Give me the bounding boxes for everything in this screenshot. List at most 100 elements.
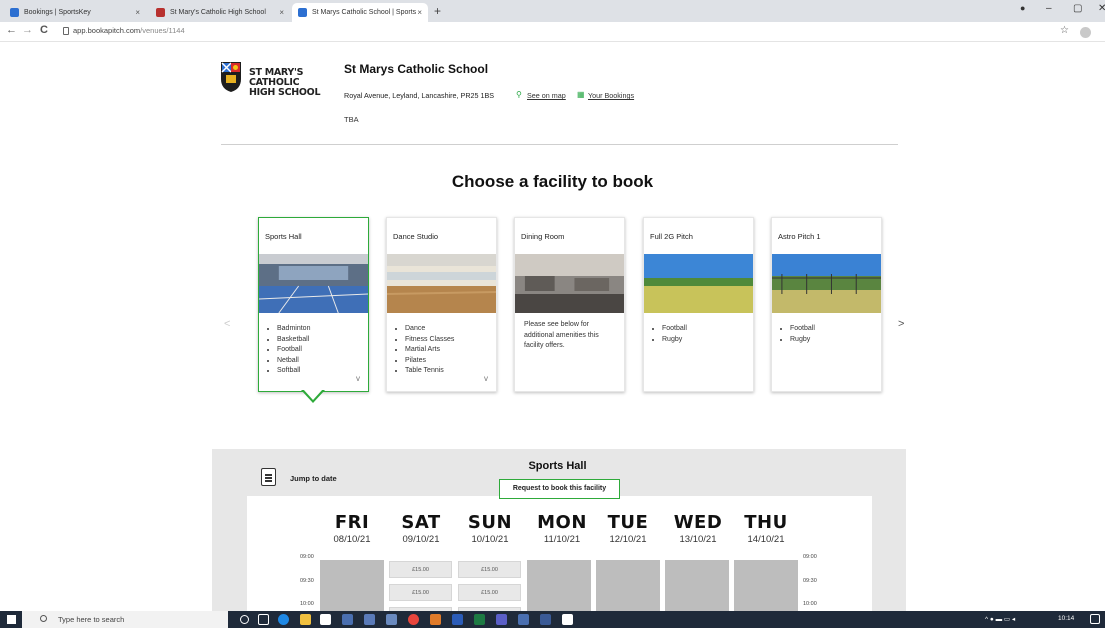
tray-icons[interactable]: ^ ● ▬ ▭ ◂ [985,615,1015,623]
carousel-prev-button[interactable]: < [224,318,230,330]
new-tab-button[interactable]: + [434,3,441,19]
account-avatar-icon[interactable] [1080,27,1091,38]
facility-card-full-2g-pitch[interactable]: Full 2G Pitch Football Rugby [643,217,754,392]
sports-hall-photo [259,254,368,313]
activity-item: Rugby [790,335,815,346]
close-tab-icon[interactable]: × [135,3,140,22]
venue-note: TBA [344,115,359,124]
close-window-icon[interactable]: ✕ [1098,3,1105,14]
day-name: TUE [607,512,649,533]
facility-name: Astro Pitch 1 [778,232,821,241]
facility-card-dining-room[interactable]: Dining Room Please see below for additio… [514,217,625,392]
day-name: MON [537,512,587,533]
facility-card-sports-hall[interactable]: Sports Hall Badminton Basketball Footbal… [258,217,369,392]
activity-item: Martial Arts [405,345,454,356]
bookmark-star-icon[interactable]: ☆ [1060,25,1069,36]
time-label: 10:00 [300,601,314,607]
facility-description: Please see below for additional amenitie… [524,321,599,349]
day-header: SUN 10/10/21 [455,512,525,545]
dining-room-photo [515,254,624,313]
word-icon[interactable] [452,614,463,625]
carousel-next-button[interactable]: > [898,318,904,330]
task-view-icon[interactable] [258,614,269,625]
day-date: 08/10/21 [333,534,371,545]
reload-icon[interactable]: C [40,24,48,36]
forward-icon[interactable]: → [22,24,33,36]
sportskey-favicon-icon [298,8,307,17]
activity-item: Table Tennis [405,366,454,377]
edge-icon[interactable] [278,614,289,625]
price-slot[interactable]: £15.00 [389,561,452,578]
see-on-map-link[interactable]: See on map [527,91,566,100]
venue-address: Royal Avenue, Leyland, Lancashire, PR25 … [344,91,495,100]
time-label: 10:00 [803,601,817,607]
browser-tab-bar: Bookings | SportsKey × St Mary's Catholi… [0,0,1105,22]
url-field[interactable]: app.bookapitch.com/venues/1144 [73,26,185,35]
address-bar: ← → C app.bookapitch.com/venues/1144 ☆ [0,22,1105,42]
selected-card-pointer [301,389,325,403]
activity-item: Fitness Classes [405,335,454,346]
facility-card-astro-pitch-1[interactable]: Astro Pitch 1 Football Rugby [771,217,882,392]
windows-start-icon[interactable] [7,615,16,624]
app-icon[interactable] [518,614,529,625]
expand-chevron-icon[interactable]: v [356,374,360,383]
facility-name: Dining Room [521,232,565,241]
price-slot[interactable]: £15.00 [458,584,521,601]
taskbar-search-box[interactable]: Type here to search [22,611,228,628]
browser-tab[interactable]: St Mary's Catholic High School × [150,3,290,22]
cortana-icon[interactable] [240,615,249,624]
notifications-icon[interactable] [1090,614,1100,624]
store-icon[interactable] [320,614,331,625]
price-slot[interactable]: £15.00 [389,584,452,601]
price-slot[interactable]: £15.00 [458,561,521,578]
tab-label: St Marys Catholic School | Sports [312,9,417,16]
header-divider [221,144,898,145]
outlook-icon[interactable] [430,614,441,625]
restore-icon[interactable]: ▢ [1073,3,1082,14]
activity-item: Basketball [277,335,310,346]
tab-label: Bookings | SportsKey [24,9,91,16]
expand-chevron-icon[interactable]: v [484,374,488,383]
facility-card-dance-studio[interactable]: Dance Studio Dance Fitness Classes Marti… [386,217,497,392]
day-name: THU [744,512,788,533]
close-tab-icon[interactable]: × [279,3,284,22]
activity-item: Football [277,345,310,356]
excel-icon[interactable] [474,614,485,625]
map-pin-icon: ⚲ [516,90,522,99]
browser-tab[interactable]: Bookings | SportsKey × [4,3,146,22]
day-date: 10/10/21 [471,534,509,545]
request-booking-button[interactable]: Request to book this facility [499,479,620,499]
day-name: SAT [401,512,441,533]
search-icon [40,615,47,622]
activity-item: Dance [405,324,454,335]
url-host: app.bookapitch.com [73,26,141,35]
minimize-icon[interactable]: – [1046,3,1052,14]
profile-icon[interactable]: ● [1020,3,1025,13]
clock-time[interactable]: 10:14 [1058,615,1074,622]
browser-tab-active[interactable]: St Marys Catholic School | Sports × [292,3,428,22]
activity-item: Rugby [662,335,687,346]
app-icon[interactable] [562,614,573,625]
dance-studio-photo [387,254,496,313]
your-bookings-link[interactable]: Your Bookings [588,91,634,100]
school-logo-text: ST MARY'S CATHOLIC HIGH SCHOOL [249,67,321,98]
day-name: WED [673,512,723,533]
teams-icon[interactable] [496,614,507,625]
activity-item: Badminton [277,324,310,335]
activity-item: Football [790,324,815,335]
app-icon[interactable] [386,614,397,625]
app-icon[interactable] [364,614,375,625]
close-tab-icon[interactable]: × [417,3,422,22]
lock-icon [63,27,69,35]
sportskey-favicon-icon [10,8,19,17]
back-icon[interactable]: ← [6,24,17,36]
file-explorer-icon[interactable] [300,614,311,625]
day-header: THU 14/10/21 [731,512,801,545]
sims-icon[interactable] [342,614,353,625]
jump-to-date-button[interactable]: Jump to date [290,474,337,483]
windows-taskbar: Type here to search ^ ● ▬ ▭ ◂ 10:14 [0,611,1105,628]
chrome-icon[interactable] [408,614,419,625]
bookings-calendar-icon: ▦ [577,90,585,99]
time-label: 09:00 [803,554,817,560]
app-icon[interactable] [540,614,551,625]
